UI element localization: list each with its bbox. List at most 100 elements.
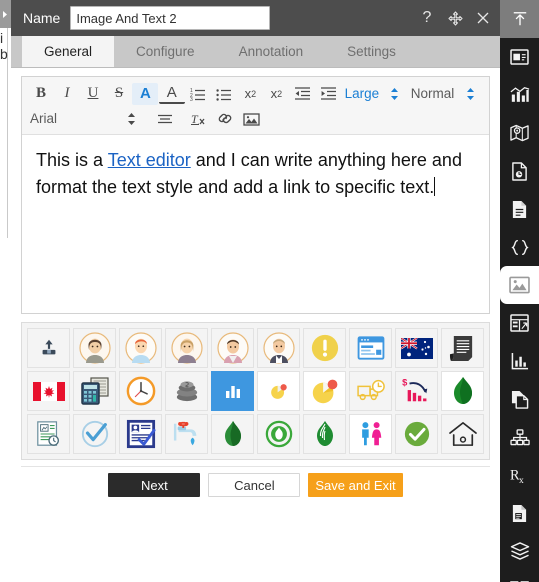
align-button[interactable]: [152, 108, 178, 130]
font-family-stepper[interactable]: [118, 108, 144, 130]
bar-chart-icon-cell[interactable]: [211, 371, 254, 411]
sidebar-item-file[interactable]: [500, 494, 539, 532]
tab-general[interactable]: General: [22, 36, 115, 67]
sidebar-item-table[interactable]: [500, 304, 539, 342]
check-circle-outline-icon-cell[interactable]: [73, 414, 116, 454]
cost-down-chart-icon: $: [402, 377, 427, 402]
insert-image-button[interactable]: [238, 108, 264, 130]
sidebar-item-image[interactable]: [500, 266, 539, 304]
subscript-button[interactable]: x2: [237, 83, 263, 105]
unordered-list-button[interactable]: [211, 83, 237, 105]
ordered-list-button[interactable]: 1 2 3: [185, 83, 211, 105]
underline-button[interactable]: U: [80, 83, 106, 105]
bold-button[interactable]: B: [28, 83, 54, 105]
avatar-boy-icon-cell[interactable]: [211, 328, 254, 368]
avatar-boy-icon: [216, 332, 249, 364]
cost-down-chart-icon-cell[interactable]: $: [395, 371, 438, 411]
move-icon[interactable]: [446, 10, 464, 26]
paragraph-style-stepper[interactable]: [457, 83, 483, 105]
avatar-man-suit-icon: [262, 332, 295, 364]
flame-dark-green-icon-cell[interactable]: [211, 414, 254, 454]
close-icon[interactable]: [474, 11, 492, 25]
document-search-icon-cell[interactable]: [27, 414, 70, 454]
editor-content[interactable]: This is a Text editor and I can write an…: [22, 135, 489, 313]
superscript-button[interactable]: x2: [263, 83, 289, 105]
paragraph-style-select[interactable]: Normal: [409, 83, 457, 105]
sidebar-item-hierarchy[interactable]: [500, 418, 539, 456]
sidebar-item-map[interactable]: [500, 114, 539, 152]
green-leaf-flame-icon-cell[interactable]: [303, 414, 346, 454]
browser-window-icon-cell[interactable]: [349, 328, 392, 368]
graph-icon: [511, 352, 528, 370]
card-icon: [510, 49, 529, 65]
sidebar-item-prescription[interactable]: R x: [500, 456, 539, 494]
cancel-button[interactable]: Cancel: [208, 473, 301, 497]
font-size-stepper[interactable]: [382, 83, 408, 105]
green-flame-icon-cell[interactable]: [441, 371, 484, 411]
green-circle-face-icon: [265, 420, 292, 448]
tab-configure[interactable]: Configure: [114, 36, 217, 67]
avatar-man-red-hair-icon-cell[interactable]: [119, 328, 162, 368]
pie-chart-icon-cell[interactable]: [303, 371, 346, 411]
australia-flag-icon-cell[interactable]: [395, 328, 438, 368]
align-icon: [158, 114, 172, 123]
canada-flag-icon-cell[interactable]: [27, 371, 70, 411]
editor-text-link[interactable]: Text editor: [108, 150, 191, 170]
font-family-select[interactable]: Arial: [28, 108, 118, 130]
name-input[interactable]: [70, 6, 271, 30]
background-color-button[interactable]: A: [158, 83, 185, 104]
upload-icon-cell[interactable]: [27, 328, 70, 368]
panel-collapse-handle[interactable]: [0, 0, 11, 28]
indent-button[interactable]: [316, 83, 342, 105]
question-mark-icon[interactable]: ?: [418, 10, 436, 26]
save-and-exit-button[interactable]: Save and Exit: [308, 473, 403, 497]
sidebar-item-report[interactable]: [500, 152, 539, 190]
sidebar-item-copy[interactable]: [500, 380, 539, 418]
sidebar-item-card[interactable]: [500, 38, 539, 76]
layers-icon: [510, 542, 529, 560]
green-check-circle-icon-cell[interactable]: [395, 414, 438, 454]
tab-annotation[interactable]: Annotation: [217, 36, 326, 67]
water-tap-icon: [173, 421, 196, 446]
australia-flag-icon: [400, 337, 433, 359]
calculator-icon-cell[interactable]: [73, 371, 116, 411]
clear-formatting-button[interactable]: T: [186, 108, 212, 130]
sidebar-item-document[interactable]: [500, 190, 539, 228]
insert-link-button[interactable]: [212, 108, 238, 130]
left-edge-rail: ib: [0, 0, 11, 582]
sidebar-collapse-up[interactable]: [500, 0, 539, 38]
avatar-woman-brown-hair-icon-cell[interactable]: [73, 328, 116, 368]
id-card-checklist-icon-cell[interactable]: [119, 414, 162, 454]
avatar-woman-blonde-icon-cell[interactable]: [165, 328, 208, 368]
avatar-man-suit-icon-cell[interactable]: [257, 328, 300, 368]
green-circle-face-icon-cell[interactable]: [257, 414, 300, 454]
table-icon: [510, 314, 529, 332]
arrow-up-icon: [513, 12, 526, 26]
sidebar-item-grid[interactable]: [500, 570, 539, 582]
water-tap-icon-cell[interactable]: [165, 414, 208, 454]
sidebar-item-chart[interactable]: [500, 76, 539, 114]
report-icon: [512, 161, 527, 181]
delivery-truck-time-icon-cell[interactable]: [349, 371, 392, 411]
sidebar-item-graph[interactable]: [500, 342, 539, 380]
tab-settings[interactable]: Settings: [325, 36, 418, 67]
sidebar-item-code[interactable]: [500, 228, 539, 266]
clock-icon-cell[interactable]: [119, 371, 162, 411]
pie-chart-small-icon-cell[interactable]: [257, 371, 300, 411]
restroom-icon-cell[interactable]: [349, 414, 392, 454]
coins-stack-icon-cell[interactable]: [165, 371, 208, 411]
text-color-button[interactable]: A: [132, 82, 159, 105]
home-outline-icon-cell[interactable]: [441, 414, 484, 454]
map-icon: [510, 124, 529, 142]
warning-exclamation-icon-cell[interactable]: [303, 328, 346, 368]
scroll-document-icon-cell[interactable]: [441, 328, 484, 368]
font-size-select[interactable]: Large: [343, 83, 382, 105]
italic-button[interactable]: I: [54, 83, 80, 105]
strikethrough-button[interactable]: S: [106, 83, 132, 105]
sidebar-item-layers[interactable]: [500, 532, 539, 570]
flame-dark-green-icon: [224, 421, 241, 446]
outdent-button[interactable]: [290, 83, 316, 105]
next-button[interactable]: Next: [108, 473, 201, 497]
application-root: ib Name ? General Configure Annot: [0, 0, 539, 582]
avatar-woman-blonde-icon: [170, 332, 203, 364]
